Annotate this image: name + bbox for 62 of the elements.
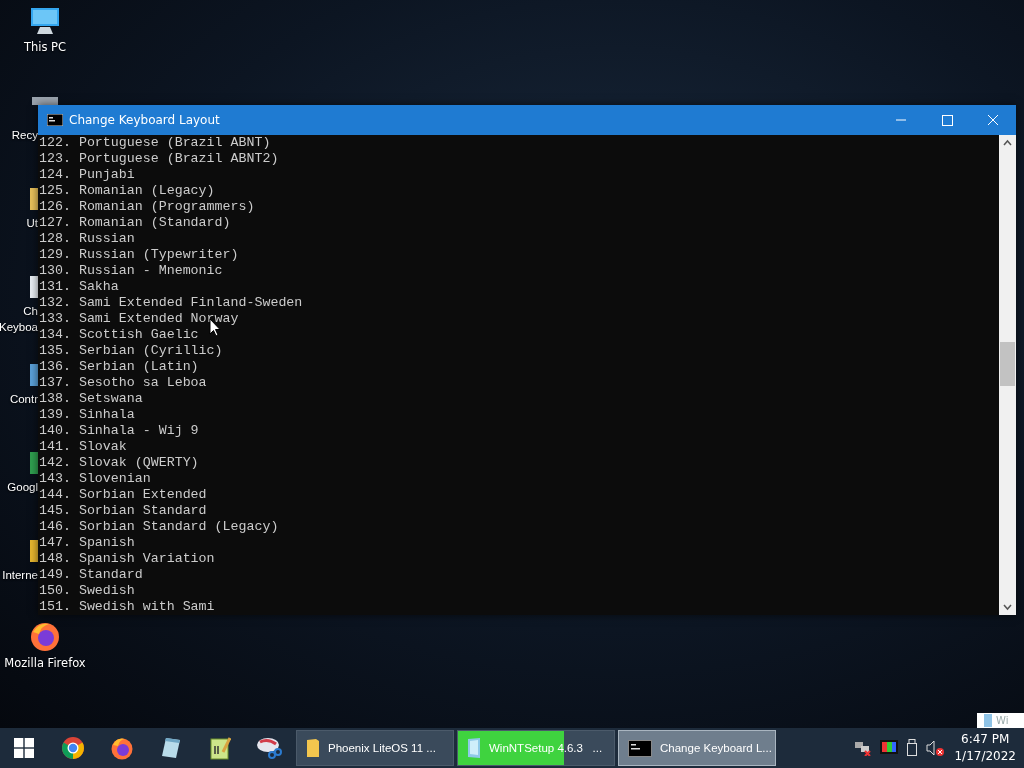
console-line: 148. Spanish Variation xyxy=(39,551,215,567)
desktop-icon-label[interactable]: Recy xyxy=(11,129,38,141)
firefox-icon[interactable] xyxy=(109,736,134,760)
console-line: 135. Serbian (Cyrillic) xyxy=(39,343,223,359)
console-line: 147. Spanish xyxy=(39,535,135,551)
desktop-icon-label[interactable]: Contr xyxy=(9,393,38,405)
console-line: 128. Russian xyxy=(39,231,135,247)
console-line: 144. Sorbian Extended xyxy=(39,487,207,503)
desktop-icon-label[interactable]: Ch xyxy=(23,305,38,317)
console-line: 131. Sakha xyxy=(39,279,119,295)
console-line: 127. Romanian (Standard) xyxy=(39,215,231,231)
preview-label: Wi xyxy=(996,715,1009,726)
taskbar-button[interactable]: Change Keyboard L... xyxy=(618,730,776,766)
console-line: 140. Sinhala - Wij 9 xyxy=(39,423,199,439)
speaker-muted-icon[interactable] xyxy=(926,740,945,756)
console-line: 146. Sorbian Standard (Legacy) xyxy=(39,519,279,535)
console-line: 134. Scottish Gaelic xyxy=(39,327,199,343)
clock-date[interactable]: 1/17/2022 xyxy=(954,748,1016,765)
desktop-icon-label[interactable]: Keyboa xyxy=(0,321,38,333)
monitor-icon[interactable] xyxy=(29,6,61,36)
console-icon xyxy=(47,114,63,126)
desktop-icon-label[interactable]: Ut xyxy=(26,217,38,229)
console-line: 130. Russian - Mnemonic xyxy=(39,263,223,279)
notepad-icon[interactable] xyxy=(159,736,182,760)
console-line: 132. Sami Extended Finland-Sweden xyxy=(39,295,303,311)
console-line: 125. Romanian (Legacy) xyxy=(39,183,215,199)
console-line: 123. Portuguese (Brazil ABNT2) xyxy=(39,151,279,167)
window-title: Change Keyboard Layout xyxy=(69,113,220,127)
desktop-icon-label[interactable]: This PC xyxy=(23,40,67,54)
console-line: 143. Slovenian xyxy=(39,471,151,487)
console-line: 137. Sesotho sa Leboa xyxy=(39,375,207,391)
desktop-icon-label[interactable]: Mozilla Firefox xyxy=(4,656,86,670)
console-icon xyxy=(628,739,652,757)
scissors-icon[interactable] xyxy=(255,736,282,760)
firefox-icon[interactable] xyxy=(29,620,61,652)
console-line: 151. Swedish with Sami xyxy=(39,599,215,615)
chrome-icon[interactable] xyxy=(60,736,85,760)
console-line: 136. Serbian (Latin) xyxy=(39,359,199,375)
color-display-icon[interactable] xyxy=(880,740,899,756)
desktop-icon-label[interactable]: Interne xyxy=(2,569,38,581)
console-line: 138. Setswana xyxy=(39,391,143,407)
desktop-icon-label[interactable]: Googl xyxy=(7,481,38,493)
clock-time[interactable]: 6:47 PM xyxy=(961,731,1010,748)
taskbar-button[interactable]: Phoenix LiteOS 11 ... xyxy=(296,730,454,766)
setup-icon xyxy=(467,737,481,759)
console-line: 129. Russian (Typewriter) xyxy=(39,247,239,263)
console-line: 124. Punjabi xyxy=(39,167,135,183)
console-line: 133. Sami Extended Norway xyxy=(39,311,239,327)
notepad-plus-icon[interactable] xyxy=(208,736,231,760)
console-line: 122. Portuguese (Brazil ABNT) xyxy=(39,135,271,151)
console-line: 142. Slovak (QWERTY) xyxy=(39,455,199,471)
setup-icon xyxy=(983,714,993,727)
console-line: 149. Standard xyxy=(39,567,143,583)
network-error-icon[interactable] xyxy=(854,740,873,756)
console-line: 126. Romanian (Programmers) xyxy=(39,199,255,215)
scrollbar-thumb[interactable] xyxy=(1000,342,1015,386)
console-line: 139. Sinhala xyxy=(39,407,135,423)
console-line: 141. Slovak xyxy=(39,439,127,455)
console-line: 145. Sorbian Standard xyxy=(39,503,207,519)
windows-start-icon[interactable] xyxy=(14,738,34,758)
usb-drive-icon[interactable] xyxy=(906,739,919,757)
console-line: 150. Swedish xyxy=(39,583,135,599)
